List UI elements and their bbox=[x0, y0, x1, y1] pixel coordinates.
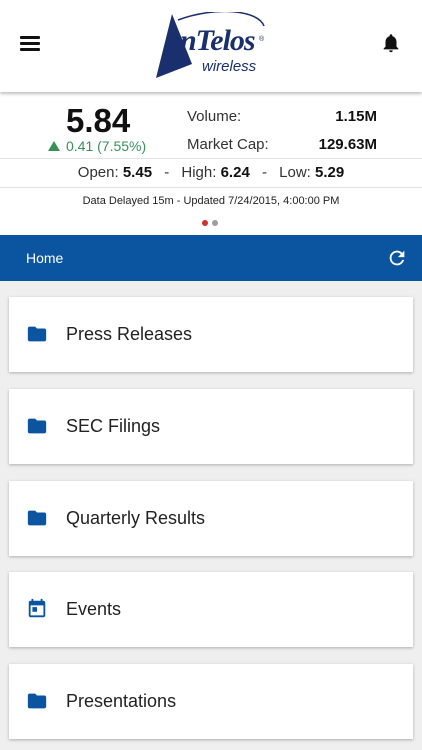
menu-item-label: Quarterly Results bbox=[66, 508, 206, 528]
data-delay-notice: Data Delayed 15m - Updated 7/24/2015, 4:… bbox=[82, 195, 340, 207]
menu-item-press-releases[interactable]: Press Releases bbox=[9, 297, 413, 372]
refresh-icon[interactable] bbox=[386, 247, 408, 269]
menu-item-label: Presentations bbox=[66, 691, 177, 711]
navigation-bar: Home bbox=[0, 235, 422, 281]
price-change-text: 0.41 (7.55%) bbox=[66, 138, 147, 154]
menu-item-label: SEC Filings bbox=[66, 416, 161, 436]
stock-price: 5.84 bbox=[66, 102, 131, 139]
menu-item-events[interactable]: Events bbox=[9, 572, 413, 647]
folder-icon bbox=[27, 510, 47, 526]
high-value: 6.24 bbox=[220, 164, 250, 181]
up-arrow-icon bbox=[48, 141, 60, 151]
open-label: Open: bbox=[77, 164, 119, 181]
open-value: 5.45 bbox=[122, 164, 153, 181]
market-cap-value: 129.63M bbox=[318, 136, 377, 153]
volume-label: Volume: bbox=[187, 108, 242, 125]
range-separator: - bbox=[261, 164, 267, 181]
price-change: 0.41 (7.55%) bbox=[48, 138, 146, 154]
high-label: High: bbox=[181, 164, 217, 181]
folder-icon bbox=[27, 326, 47, 342]
price-range: Open: 5.45 - High: 6.24 - Low: 5.29 bbox=[0, 164, 422, 181]
range-separator: - bbox=[164, 164, 170, 181]
stock-quote-panel: 5.84 0.41 (7.55%) Volume: 1.15M Market C… bbox=[0, 92, 422, 235]
divider bbox=[0, 158, 422, 159]
ntelos-logo: nTelos ® wireless bbox=[156, 12, 268, 80]
pager-dot[interactable] bbox=[202, 220, 208, 226]
volume-value: 1.15M bbox=[335, 108, 377, 125]
bell-icon[interactable] bbox=[380, 31, 402, 55]
nav-title: Home bbox=[26, 250, 64, 266]
carousel-pager bbox=[202, 220, 218, 226]
market-cap-label: Market Cap: bbox=[187, 136, 269, 153]
menu-item-presentations[interactable]: Presentations bbox=[9, 664, 413, 739]
hamburger-menu-icon[interactable] bbox=[20, 34, 42, 52]
app-header: nTelos ® wireless bbox=[0, 0, 422, 92]
folder-icon bbox=[27, 418, 47, 434]
menu-item-sec-filings[interactable]: SEC Filings bbox=[9, 389, 413, 464]
folder-icon bbox=[27, 693, 47, 709]
calendar-icon bbox=[28, 598, 46, 618]
pager-dot[interactable] bbox=[212, 220, 218, 226]
menu-item-label: Events bbox=[66, 599, 122, 619]
low-label: Low: bbox=[279, 164, 311, 181]
menu-item-label: Press Releases bbox=[66, 324, 193, 344]
menu-item-quarterly-results[interactable]: Quarterly Results bbox=[9, 481, 413, 556]
divider bbox=[0, 187, 422, 188]
low-value: 5.29 bbox=[315, 164, 345, 181]
